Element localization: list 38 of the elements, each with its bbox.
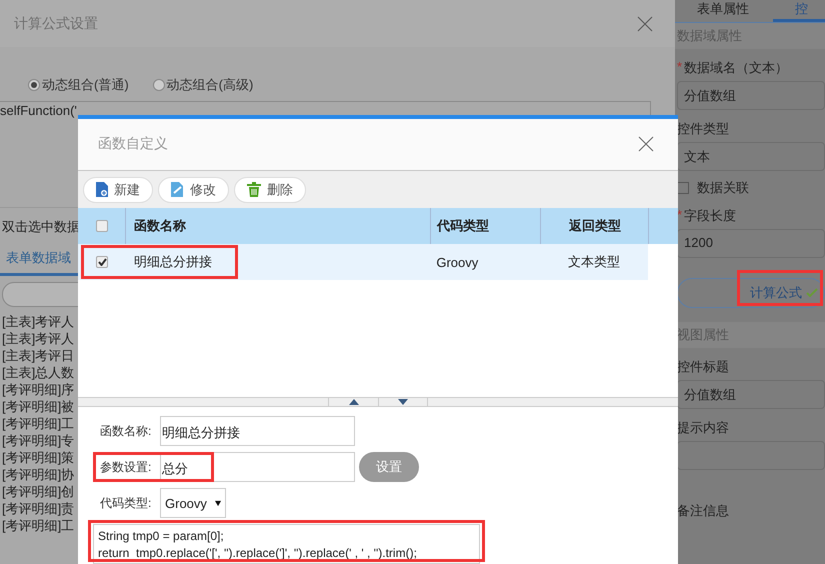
- field-label: 字段长度: [684, 207, 736, 225]
- toolbar-button[interactable]: 删除: [234, 176, 306, 203]
- code-type-select[interactable]: Groovy: [160, 488, 226, 518]
- code-editor[interactable]: String tmp0 = param[0]; return tmp0.replace('[', '').replace(']', '').replace(' , ' , '').trim();: [93, 524, 480, 564]
- table-cell-text: 文本类型: [567, 253, 622, 272]
- checkbox[interactable]: [96, 256, 108, 268]
- radio-option[interactable]: 动态组合(高级): [152, 69, 254, 101]
- field-label: 备注信息: [677, 502, 729, 520]
- close-icon[interactable]: [638, 136, 654, 152]
- panel-tab[interactable]: 表单属性: [675, 0, 773, 22]
- document-add-icon: [96, 182, 108, 198]
- dropdown-icon: [214, 500, 221, 506]
- trash-icon: [247, 182, 261, 198]
- field-label: 数据域名（文本）: [684, 59, 788, 77]
- field-label: 提示内容: [677, 419, 729, 437]
- toolbar-button[interactable]: 修改: [158, 176, 229, 203]
- document-edit-icon: [171, 182, 184, 198]
- table-cell-text: Groovy: [435, 254, 480, 272]
- text-field[interactable]: 分值数组: [677, 81, 825, 110]
- required-mark: *: [677, 59, 682, 76]
- field-label: 代码类型:: [100, 494, 152, 512]
- dialog-title: 函数自定义: [98, 135, 168, 154]
- toolbar-button[interactable]: 新建: [83, 176, 153, 203]
- expand-down-icon[interactable]: [378, 398, 428, 406]
- dialog-title: 计算公式设置: [14, 14, 98, 32]
- name-field[interactable]: 明细总分拼接: [160, 416, 355, 446]
- field-label: 函数名称:: [100, 422, 152, 440]
- field-label: 控件标题: [677, 358, 729, 376]
- radio-icon[interactable]: [152, 79, 165, 91]
- check-icon: [806, 288, 818, 298]
- table-cell-text: 明细总分拼接: [132, 253, 213, 272]
- checkbox[interactable]: [96, 220, 108, 232]
- radio-option[interactable]: 动态组合(普通): [28, 69, 129, 101]
- field-label: 参数设置:: [100, 458, 152, 476]
- field-label: 控件类型: [677, 120, 729, 138]
- close-icon[interactable]: [637, 16, 653, 32]
- checkbox-label: 数据关联: [697, 179, 749, 197]
- radio-icon[interactable]: [28, 79, 40, 91]
